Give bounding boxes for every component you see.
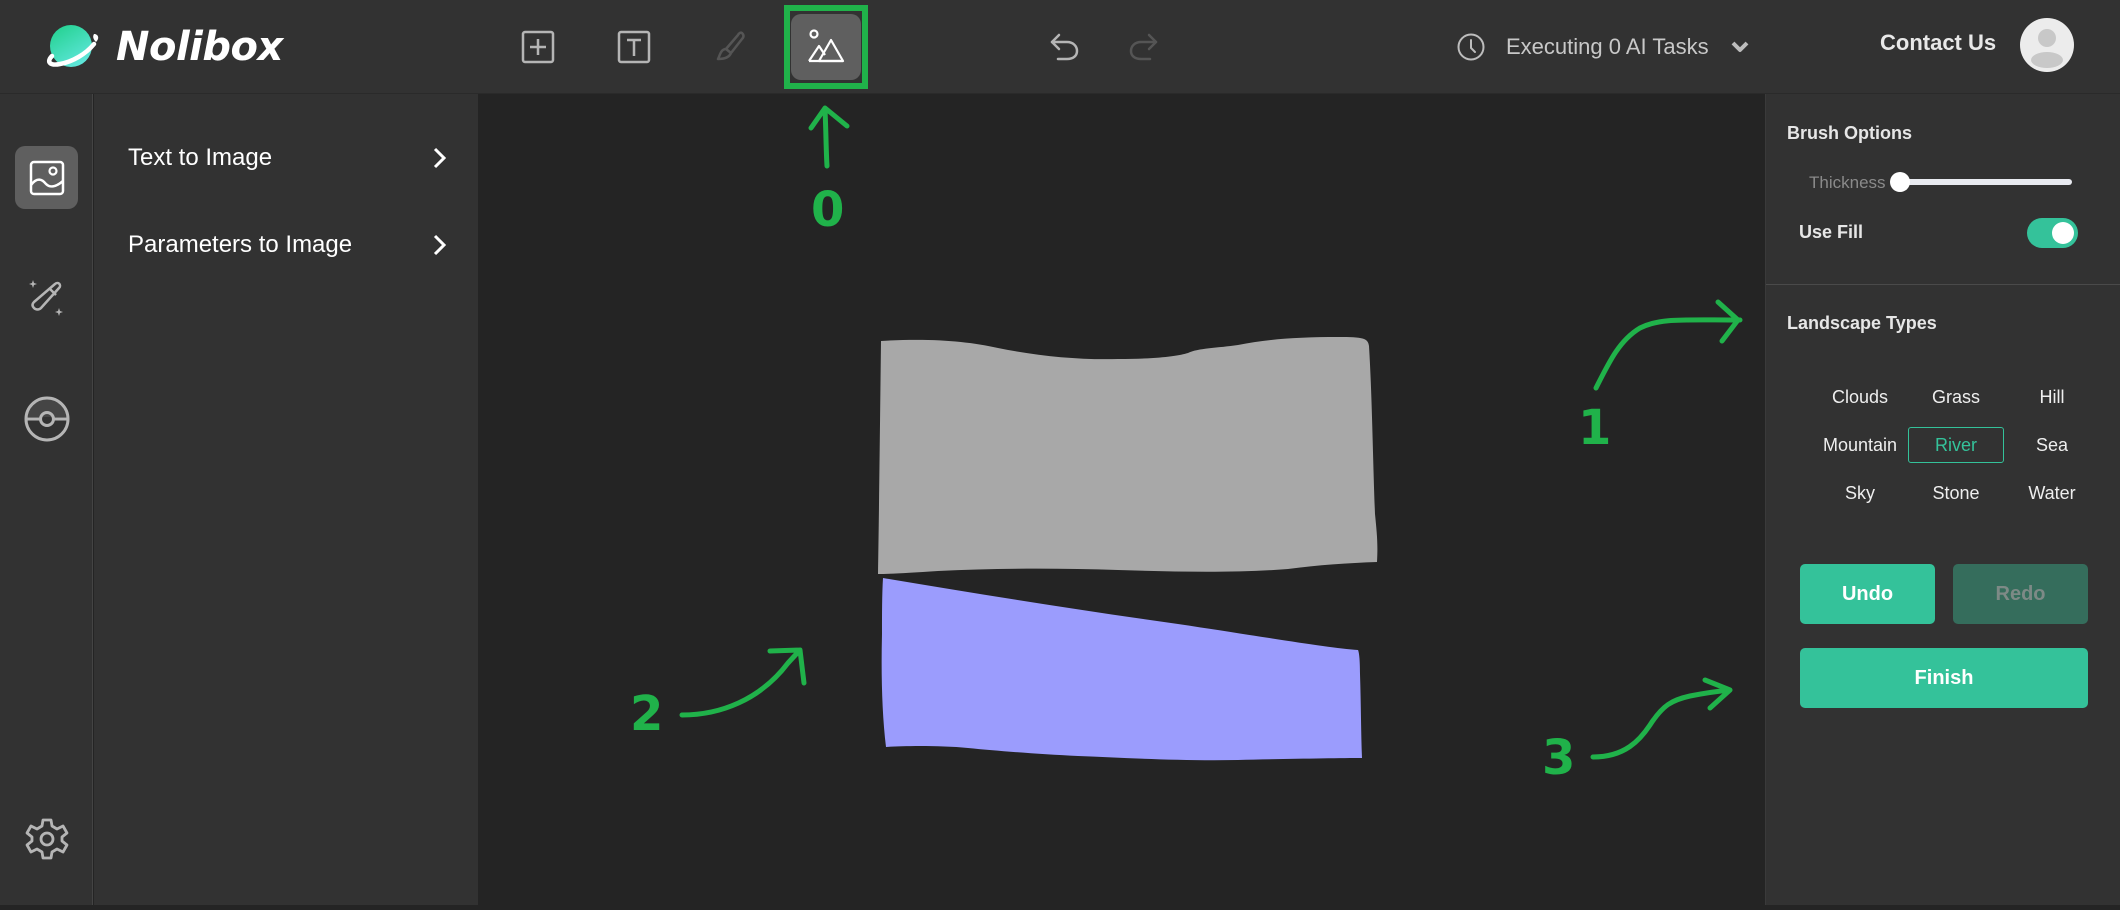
rail-item-pokeball[interactable] <box>15 387 78 450</box>
settings-button[interactable] <box>15 807 78 870</box>
app-name: Nolibox <box>116 24 283 70</box>
plus-square-icon <box>521 30 555 64</box>
landscape-type-water[interactable]: Water <box>2004 475 2100 511</box>
undo-panel-button[interactable]: Undo <box>1800 564 1935 624</box>
thickness-slider-thumb[interactable] <box>1890 172 1910 192</box>
redo-icon <box>1129 33 1158 61</box>
undo-icon <box>1050 33 1079 61</box>
finish-button[interactable]: Finish <box>1800 648 2088 708</box>
ai-tasks-dropdown[interactable]: Executing 0 AI Tasks <box>1456 26 1749 68</box>
magic-wand-icon <box>28 279 63 316</box>
left-panel: Text to Image Parameters to Image <box>94 94 478 905</box>
river-shape[interactable] <box>881 578 1362 761</box>
thickness-label: Thickness <box>1809 173 1886 192</box>
pokeball-icon <box>24 396 69 441</box>
planet-logo-icon <box>47 25 99 67</box>
right-panel: Brush Options Thickness Use Fill Landsca… <box>1765 94 2120 905</box>
ai-tasks-label: Executing 0 AI Tasks <box>1506 34 1709 59</box>
text-box-icon <box>617 30 651 64</box>
canvas-drawing <box>878 337 1378 761</box>
landscape-tool-button[interactable] <box>791 14 861 80</box>
toggle-knob <box>2052 222 2074 244</box>
menu-item-text-to-image[interactable]: Text to Image <box>128 138 448 178</box>
landscape-types-title: Landscape Types <box>1787 313 1937 333</box>
use-fill-label: Use Fill <box>1799 222 1864 242</box>
text-tool-button[interactable] <box>599 14 669 80</box>
gear-icon <box>25 818 68 859</box>
redo-panel-button[interactable]: Redo <box>1953 564 2088 624</box>
landscape-type-mountain[interactable]: Mountain <box>1812 427 1908 463</box>
top-bar: Nolibox Executing 0 AI Tasks Contact Us <box>0 0 2120 94</box>
menu-item-label: Text to Image <box>128 144 273 171</box>
drawing-canvas[interactable] <box>478 94 1765 905</box>
landscape-type-sea[interactable]: Sea <box>2004 427 2100 463</box>
divider <box>1766 284 2120 285</box>
icon-rail <box>0 94 93 905</box>
undo-button[interactable] <box>1030 14 1100 80</box>
landscape-type-clouds[interactable]: Clouds <box>1812 379 1908 415</box>
chevron-right-icon <box>433 147 447 169</box>
use-fill-toggle[interactable] <box>2027 218 2078 248</box>
contact-us-link[interactable]: Contact Us <box>1880 30 1996 56</box>
clock-icon <box>1457 33 1485 61</box>
redo-button[interactable] <box>1108 14 1178 80</box>
user-icon <box>2031 29 2063 68</box>
landscape-type-sky[interactable]: Sky <box>1812 475 1908 511</box>
landscape-type-grass[interactable]: Grass <box>1908 379 2004 415</box>
landscape-type-hill[interactable]: Hill <box>2004 379 2100 415</box>
menu-item-label: Parameters to Image <box>128 231 353 258</box>
rail-item-image[interactable] <box>15 146 78 209</box>
brush-icon <box>716 31 745 61</box>
image-icon <box>29 160 64 195</box>
mountain-shape[interactable] <box>878 337 1378 574</box>
landscape-type-stone[interactable]: Stone <box>1908 475 2004 511</box>
logo[interactable]: Nolibox <box>44 20 283 74</box>
chevron-right-icon <box>433 234 447 256</box>
landscape-icon <box>808 29 845 63</box>
rail-item-magic[interactable] <box>15 266 78 329</box>
thickness-slider[interactable] <box>1890 172 2072 192</box>
menu-item-parameters-to-image[interactable]: Parameters to Image <box>128 225 448 265</box>
brush-options-title: Brush Options <box>1787 123 1912 143</box>
add-tool-button[interactable] <box>503 14 573 80</box>
landscape-types-grid: Clouds Grass Hill Mountain River Sea Sky… <box>1812 373 2100 517</box>
avatar[interactable] <box>2020 18 2074 72</box>
chevron-down-icon <box>1731 41 1749 52</box>
landscape-type-river[interactable]: River <box>1908 427 2004 463</box>
brush-tool-button[interactable] <box>695 14 765 80</box>
